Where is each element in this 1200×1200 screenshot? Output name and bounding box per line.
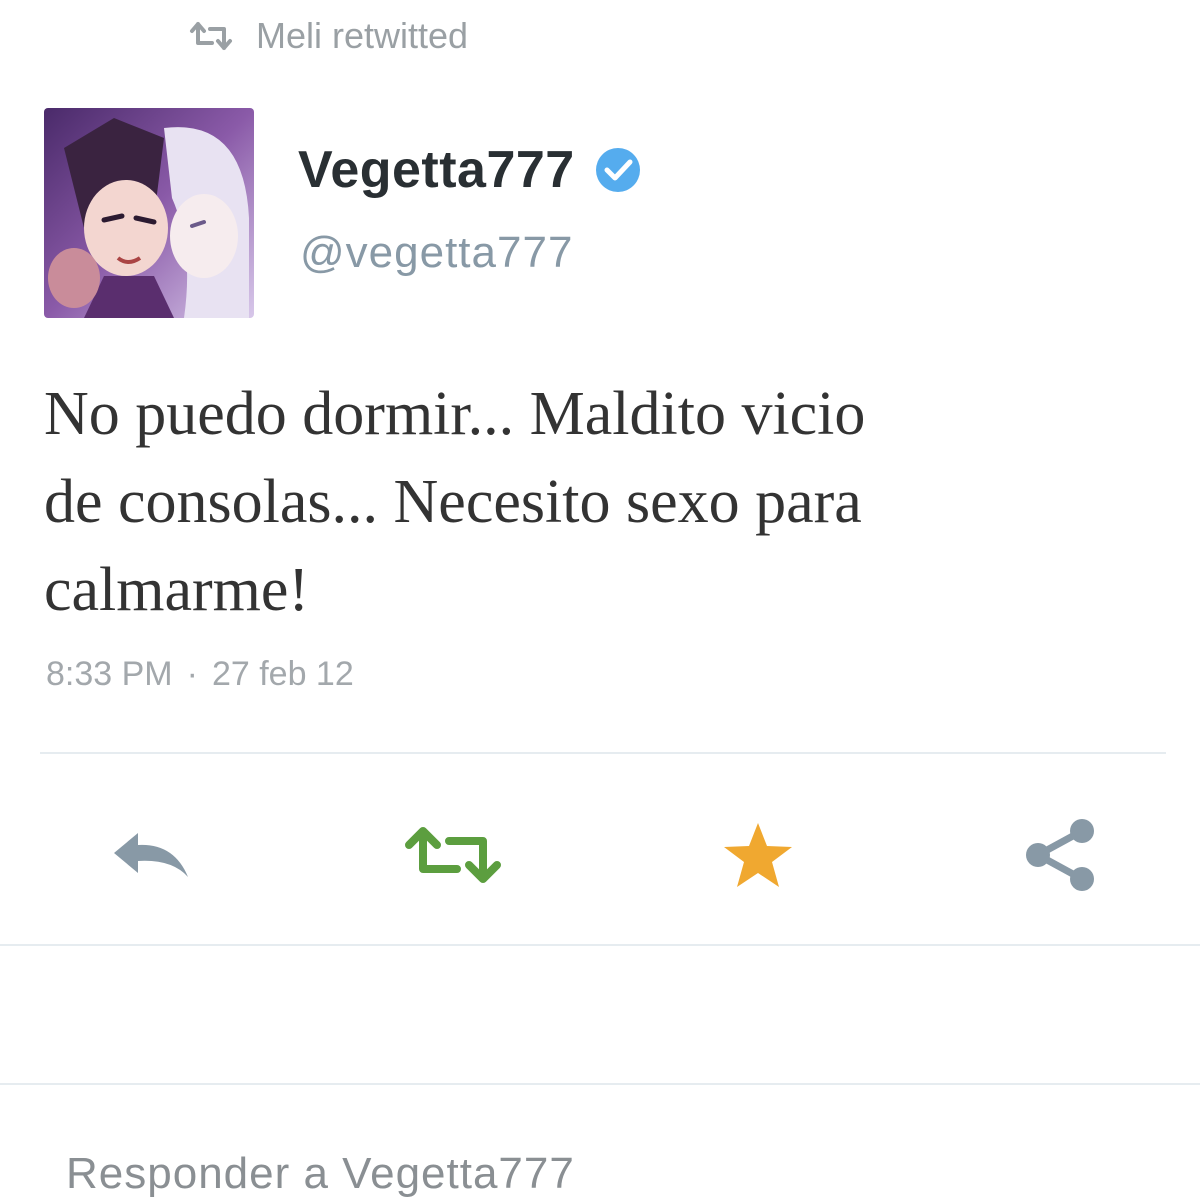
display-name[interactable]: Vegetta777 bbox=[298, 140, 575, 200]
retweet-context-label[interactable]: Meli retwitted bbox=[256, 15, 468, 57]
reply-icon bbox=[108, 825, 198, 885]
tweet-text: No puedo dormir... Maldito vicio de cons… bbox=[44, 380, 866, 624]
avatar[interactable] bbox=[44, 108, 254, 318]
share-button[interactable] bbox=[1005, 800, 1115, 910]
retweet-context: Meli retwitted bbox=[188, 12, 468, 60]
divider bbox=[0, 944, 1200, 946]
tweet-time: 8:33 PM bbox=[46, 655, 173, 693]
author-name-row[interactable]: Vegetta777 bbox=[298, 140, 643, 200]
share-icon bbox=[1018, 813, 1102, 897]
retweet-icon bbox=[401, 825, 505, 885]
tweet-actions-bar bbox=[0, 800, 1200, 910]
verified-badge-icon bbox=[593, 145, 643, 195]
timestamp-separator: · bbox=[186, 655, 198, 693]
tweet-timestamp[interactable]: 8:33 PM · 27 feb 12 bbox=[46, 655, 354, 694]
user-handle[interactable]: @vegetta777 bbox=[300, 228, 573, 278]
tweet-date: 27 feb 12 bbox=[211, 655, 354, 693]
divider bbox=[40, 752, 1166, 754]
star-icon bbox=[720, 819, 796, 891]
retweet-icon bbox=[188, 21, 234, 51]
reply-button[interactable] bbox=[98, 800, 208, 910]
reply-box[interactable]: Responder a Vegetta777 bbox=[0, 1085, 1200, 1200]
reply-input-placeholder[interactable]: Responder a Vegetta777 bbox=[66, 1149, 575, 1199]
favorite-button[interactable] bbox=[703, 800, 813, 910]
retweet-button[interactable] bbox=[398, 800, 508, 910]
